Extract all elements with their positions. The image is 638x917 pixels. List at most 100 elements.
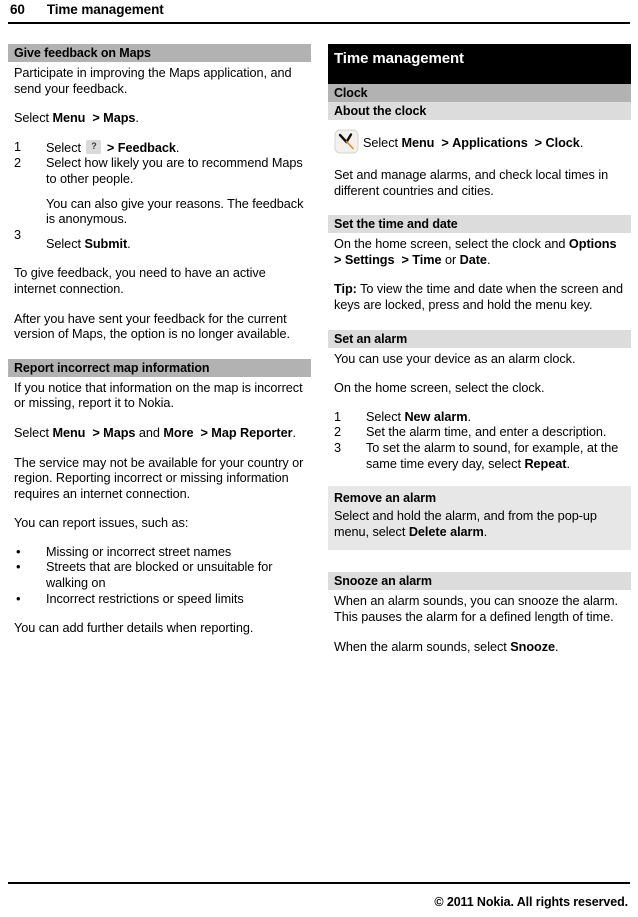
para-after-feedback: After you have sent your feedback for th… [14, 311, 291, 342]
para-alarm-home-screen: On the home screen, select the clock. [334, 381, 545, 396]
menu-term: Menu [401, 136, 435, 150]
line-suffix: . [486, 252, 491, 267]
heading-report-incorrect-map-information: Report incorrect map information [8, 358, 311, 377]
step3-suffix: . [566, 456, 570, 471]
tip-label: Tip: [334, 282, 357, 297]
footer-rule [8, 882, 630, 884]
clock-icon [334, 129, 359, 154]
chapter-title-time-management: Time management [328, 44, 631, 84]
heading-set-an-alarm: Set an alarm [328, 329, 631, 348]
arrow-icon: > [441, 136, 449, 150]
list-item: Missing or incorrect street names [14, 544, 309, 561]
arrow-icon: > [92, 111, 100, 126]
snooze-prefix: When the alarm sounds, select [334, 639, 511, 654]
step1-prefix: Select [366, 409, 405, 424]
right-column: Time management Clock About the clock Se… [328, 44, 631, 655]
step1-suffix: . [467, 409, 471, 424]
more-term: More [163, 425, 194, 440]
step1-prefix: Select [46, 140, 85, 155]
submit-term: Submit [84, 236, 128, 251]
para-select-menu-maps: Select Menu > Maps. [8, 97, 311, 127]
time-term: Time [412, 252, 442, 267]
map-reporter-term: Map Reporter [211, 425, 293, 440]
running-head-title: Time management [46, 2, 164, 17]
arrow-icon: > [401, 252, 409, 267]
page-number: 60 [10, 2, 25, 17]
para-remove-alarm: Select and hold the alarm, and from the … [328, 507, 631, 540]
snooze-term: Snooze [510, 639, 556, 654]
para-issues-intro: You can report issues, such as: [14, 516, 189, 531]
new-alarm-term: New alarm [404, 409, 468, 424]
step-item: Select ? > Feedback. [14, 139, 309, 157]
arrow-icon: > [106, 140, 115, 155]
delete-alarm-term: Delete alarm [408, 524, 484, 539]
heading-snooze-an-alarm: Snooze an alarm [328, 572, 631, 591]
heading-give-feedback-on-maps: Give feedback on Maps [8, 44, 311, 62]
maps-term: Maps [103, 425, 136, 440]
para-set-time-date: On the home screen, select the clock and… [328, 233, 631, 268]
document-page: 60 Time management Give feedback on Maps… [0, 0, 638, 917]
help-question-icon: ? [86, 139, 102, 154]
para-snooze-body: When an alarm sounds, you can snooze the… [334, 594, 618, 624]
step-item: Set the alarm time, and enter a descript… [334, 425, 607, 440]
para-service-availability: The service may not be available for you… [14, 455, 304, 501]
step-item: Select how likely you are to recommend M… [14, 156, 309, 227]
para-tip-time-date: Tip: To view the time and date when the … [328, 268, 631, 313]
para-select-menu-applications-clock: Select Menu > Applications > Clock. [328, 120, 631, 154]
feedback-term: Feedback [117, 140, 176, 155]
para-report-intro: If you notice that information on the ma… [14, 380, 303, 411]
tip-text: To view the time and date when the scree… [334, 282, 624, 312]
step-item: Select New alarm. [334, 410, 629, 426]
menu-term: Menu [52, 111, 86, 126]
select-prefix: Select [14, 425, 53, 440]
arrow-icon: > [92, 425, 100, 440]
callout-remove-an-alarm: Remove an alarm Select and hold the alar… [328, 486, 631, 551]
settings-term: Settings [344, 252, 395, 267]
reportable-issues-list: Missing or incorrect street names Street… [8, 532, 311, 607]
step2-text: Select how likely you are to recommend M… [46, 156, 303, 186]
select-suffix: . [292, 425, 296, 440]
line-prefix: On the home screen, select the clock and [334, 237, 569, 252]
remove-suffix: . [483, 524, 488, 539]
step2-substep: You can also give your reasons. The feed… [46, 196, 304, 227]
step3-suffix: . [127, 236, 131, 251]
two-column-body: Give feedback on Maps Participate in imp… [0, 44, 638, 655]
clock-term: Clock [545, 136, 580, 150]
para-about-clock-body: Set and manage alarms, and check local t… [334, 168, 609, 198]
para-select-map-reporter: Select Menu > Maps and More > Map Report… [8, 412, 311, 442]
arrow-icon: > [334, 252, 342, 267]
select-prefix: Select [363, 136, 402, 150]
list-item: Incorrect restrictions or speed limits [14, 591, 309, 608]
para-feedback-connection: To give feedback, you need to have an ac… [14, 266, 266, 296]
conjunction-and: and [135, 425, 164, 440]
set-alarm-steps: Select New alarm. Set the alarm time, an… [328, 397, 631, 472]
maps-term: Maps [103, 111, 136, 126]
conjunction-or: or [441, 252, 460, 267]
para-further-details: You can add further details when reporti… [14, 621, 254, 636]
heading-about-the-clock: About the clock [328, 102, 631, 120]
select-suffix: . [135, 111, 139, 126]
heading-remove-an-alarm: Remove an alarm [328, 486, 631, 508]
para-snooze-select: When the alarm sounds, select Snooze. [328, 626, 631, 656]
arrow-icon: > [200, 425, 208, 440]
step-item: Select Submit. [14, 228, 309, 253]
help-question-glyph: ? [91, 140, 97, 151]
snooze-suffix: . [555, 639, 559, 654]
select-suffix: . [579, 136, 584, 150]
select-prefix: Select [14, 111, 53, 126]
para-alarm-intro: You can use your device as an alarm cloc… [334, 351, 576, 366]
step3-prefix: Select [46, 236, 85, 251]
options-term: Options [568, 237, 617, 252]
maps-feedback-steps: Select ? > Feedback. Select how likely y… [8, 127, 311, 253]
step1-suffix: . [175, 140, 180, 155]
left-column: Give feedback on Maps Participate in imp… [8, 44, 311, 655]
running-head: 60 Time management [10, 2, 628, 28]
applications-term: Applications [452, 136, 528, 150]
heading-clock: Clock [328, 84, 631, 102]
footer-copyright: © 2011 Nokia. All rights reserved. [434, 895, 628, 909]
date-term: Date [459, 252, 487, 267]
step-item: To set the alarm to sound, for example, … [334, 441, 629, 472]
menu-term: Menu [52, 425, 86, 440]
step3-prefix: To set the alarm to sound, for example, … [366, 440, 619, 471]
repeat-term: Repeat [524, 456, 567, 471]
